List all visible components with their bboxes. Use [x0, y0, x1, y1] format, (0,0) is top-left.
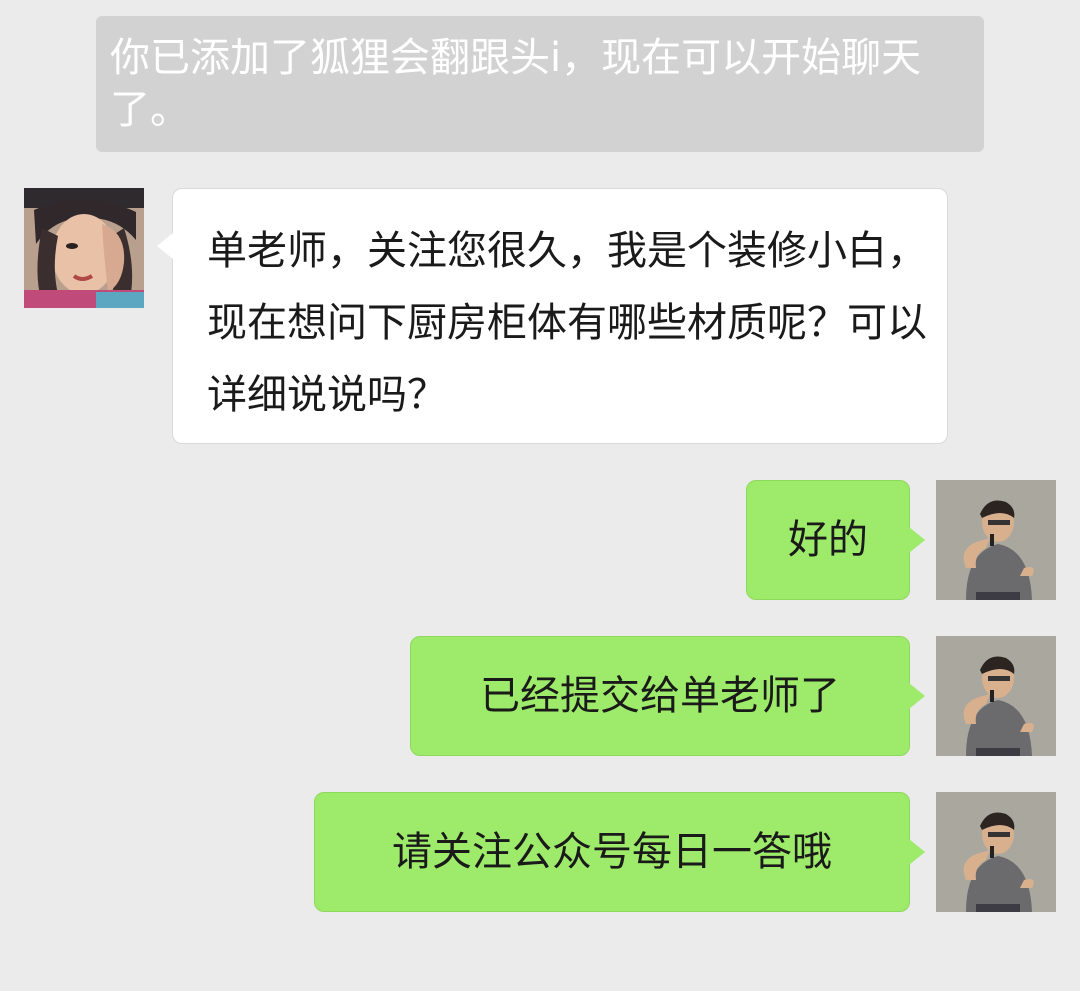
male-speaker-avatar-icon: [936, 636, 1056, 756]
bubble-tail: [909, 683, 925, 709]
bubble-tail: [909, 839, 925, 865]
my-avatar[interactable]: [936, 636, 1056, 756]
system-notice-text: 你已添加了狐狸会翻跟头i，现在可以开始聊天了。: [110, 35, 922, 133]
message-text: 单老师，关注您很久，我是个装修小白，现在想问下厨房柜体有哪些材质呢？可以详细说说…: [207, 228, 927, 418]
message-bubble-outgoing[interactable]: 好的: [746, 480, 925, 600]
my-avatar[interactable]: [936, 792, 1056, 912]
message-text: 好的: [788, 517, 868, 563]
male-speaker-avatar-icon: [936, 792, 1056, 912]
message-text: 请关注公众号每日一答哦: [392, 829, 832, 875]
contact-avatar[interactable]: [24, 188, 144, 308]
my-avatar[interactable]: [936, 480, 1056, 600]
bubble-tail: [157, 233, 173, 259]
bubble-tail: [909, 527, 925, 553]
message-bubble-outgoing[interactable]: 请关注公众号每日一答哦: [314, 792, 925, 912]
male-speaker-avatar-icon: [936, 480, 1056, 600]
message-bubble-outgoing[interactable]: 已经提交给单老师了: [410, 636, 925, 756]
message-bubble-incoming[interactable]: 单老师，关注您很久，我是个装修小白，现在想问下厨房柜体有哪些材质呢？可以详细说说…: [157, 188, 948, 444]
female-contact-avatar-icon: [24, 188, 144, 308]
system-notice: 你已添加了狐狸会翻跟头i，现在可以开始聊天了。: [96, 16, 984, 152]
message-text: 已经提交给单老师了: [480, 673, 840, 719]
